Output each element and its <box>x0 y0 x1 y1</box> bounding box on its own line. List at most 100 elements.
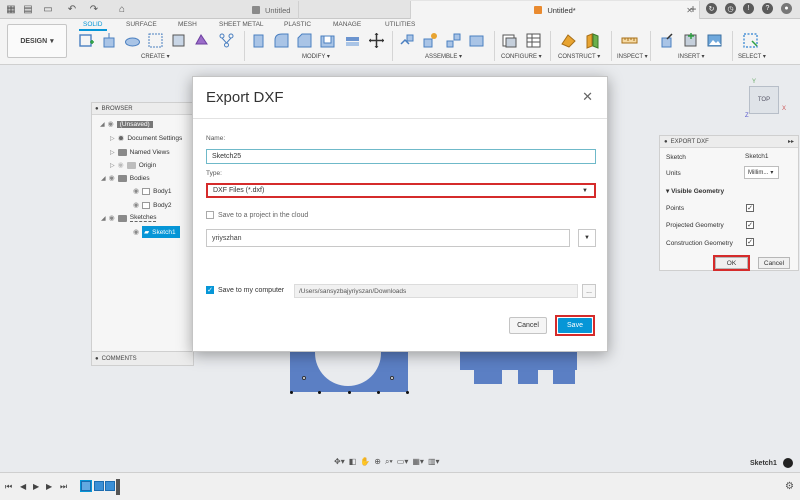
play-icon[interactable]: ▶ <box>33 482 39 491</box>
projected-geometry-checkbox[interactable]: ✓ <box>746 221 754 229</box>
workspace-design-button[interactable]: DESIGN ▾ <box>7 24 67 58</box>
collapse-icon[interactable]: ● <box>95 106 99 112</box>
sketch1-selected[interactable]: ▰ Sketch1 <box>142 226 180 238</box>
sketch-point[interactable] <box>348 391 351 394</box>
assemble-group-label[interactable]: ASSEMBLE ▾ <box>425 53 462 60</box>
browser-item-bodies[interactable]: ◢ ◉ Bodies <box>101 172 150 184</box>
type-select[interactable]: DXF Files (*.dxf) ▼ <box>206 183 596 198</box>
save-to-cloud-option[interactable]: Save to a project in the cloud <box>206 211 308 219</box>
browser-item-body2[interactable]: ◉ Body2 <box>133 199 172 211</box>
offset-plane-icon[interactable] <box>560 32 577 49</box>
sketch-value[interactable]: Sketch1 <box>745 153 769 160</box>
timeline-feature-item[interactable] <box>105 481 115 491</box>
save-path-field[interactable]: /Users/sansyzbajyriyszan/Downloads <box>294 284 578 298</box>
configure-group-label[interactable]: CONFIGURE ▾ <box>501 53 542 60</box>
browser-item-sketch1[interactable]: ◉ ▰ Sketch1 <box>133 226 180 238</box>
configure-icon[interactable] <box>501 32 518 49</box>
save-to-cloud-checkbox[interactable] <box>206 211 214 219</box>
visibility-icon[interactable]: ◉ <box>133 201 139 209</box>
zoom-icon[interactable]: ⊕ <box>374 457 381 466</box>
timeline-marker[interactable] <box>116 479 120 495</box>
joint-icon[interactable] <box>421 32 438 49</box>
insert-mesh-icon[interactable] <box>682 32 699 49</box>
display-settings-icon[interactable]: ▭▾ <box>397 457 409 466</box>
sketch-point[interactable] <box>406 391 409 394</box>
save-to-computer-checkbox[interactable]: ✓ <box>206 286 214 294</box>
as-built-joint-icon[interactable] <box>445 32 462 49</box>
expand-icon[interactable]: ▷ <box>110 162 115 169</box>
close-icon[interactable]: ✕ <box>582 89 593 105</box>
visibility-icon[interactable]: ◉ <box>133 187 139 195</box>
expand-comments-icon[interactable]: ● <box>95 356 99 362</box>
viewports-icon[interactable]: ▥▾ <box>428 457 440 466</box>
pattern-icon[interactable] <box>218 32 235 49</box>
select-group-label[interactable]: SELECT ▾ <box>738 53 766 60</box>
insert-derive-icon[interactable] <box>658 32 675 49</box>
undo-icon[interactable]: ↶ <box>66 3 78 15</box>
timeline-feature-item[interactable] <box>94 481 104 491</box>
sketch-profile-right[interactable] <box>460 350 577 370</box>
browser-item-body1[interactable]: ◉ Body1 <box>133 185 172 197</box>
tab-surface[interactable]: SURFACE <box>126 19 157 30</box>
timeline-sketch-item[interactable] <box>80 480 92 492</box>
visible-geometry-header[interactable]: ▾ Visible Geometry <box>666 186 724 196</box>
file-icon[interactable]: ▤ <box>22 3 34 15</box>
project-dropdown-button[interactable]: ▼ <box>578 229 596 247</box>
new-tab-icon[interactable]: + <box>687 2 699 16</box>
browser-item-named-views[interactable]: ▷ Named Views <box>110 146 170 158</box>
save-icon[interactable]: ▭ <box>42 3 54 15</box>
sketch-point[interactable] <box>290 391 293 394</box>
save-button[interactable]: Save <box>558 318 592 333</box>
select-icon[interactable] <box>742 32 759 49</box>
construction-geometry-checkbox[interactable]: ✓ <box>746 238 754 246</box>
points-checkbox[interactable]: ✓ <box>746 204 754 212</box>
look-at-icon[interactable]: ◧ <box>349 457 357 466</box>
redo-icon[interactable]: ↷ <box>88 3 100 15</box>
modify-group-label[interactable]: MODIFY ▾ <box>302 53 330 60</box>
browse-path-button[interactable]: ... <box>582 284 596 298</box>
step-back-icon[interactable]: ◀ <box>20 482 26 491</box>
loft-icon[interactable] <box>170 32 187 49</box>
gear-icon[interactable]: ⚙ <box>785 481 794 492</box>
help-icon[interactable]: ? <box>762 3 773 14</box>
configuration-table-icon[interactable] <box>525 32 542 49</box>
go-to-end-icon[interactable]: ⏭ <box>60 482 67 492</box>
profile-icon[interactable]: ● <box>781 3 792 14</box>
tab-manage[interactable]: MANAGE <box>333 19 361 30</box>
job-status-icon[interactable]: ◷ <box>725 3 736 14</box>
expand-icon[interactable]: ◢ <box>101 215 106 222</box>
tab-untitled[interactable]: Untitled <box>244 1 300 19</box>
extrude-icon[interactable] <box>101 32 118 49</box>
sketch-hole[interactable] <box>390 376 394 380</box>
collapse-icon[interactable]: ● <box>664 139 668 145</box>
project-field[interactable]: yriyszhan <box>206 229 570 247</box>
visibility-icon[interactable]: ◉ <box>133 228 139 236</box>
expand-icon[interactable]: ▷ <box>110 149 115 156</box>
orbit-icon[interactable]: ✥▾ <box>334 457 345 466</box>
browser-header[interactable]: ● BROWSER <box>92 103 193 115</box>
browser-item-root[interactable]: ◢ ◉ (Unsaved) <box>100 118 153 130</box>
name-field[interactable]: Sketch25 <box>206 149 596 164</box>
revolve-icon[interactable] <box>124 32 141 49</box>
create-group-label[interactable]: CREATE ▾ <box>141 53 170 60</box>
fillet-icon[interactable] <box>273 32 290 49</box>
panel-cancel-button[interactable]: Cancel <box>758 257 790 269</box>
tab-untitled-active[interactable]: Untitled* ✕ <box>410 1 700 19</box>
sketch-hole[interactable] <box>302 376 306 380</box>
sketch-point[interactable] <box>377 391 380 394</box>
tab-utilities[interactable]: UTILITIES <box>385 19 415 30</box>
visibility-icon[interactable]: ◉ <box>108 120 114 128</box>
inspect-group-label[interactable]: INSPECT ▾ <box>617 53 648 60</box>
press-pull-icon[interactable] <box>250 32 267 49</box>
construct-group-label[interactable]: CONSTRUCT ▾ <box>558 53 600 60</box>
form-icon[interactable] <box>193 32 210 49</box>
sketch-status-icon[interactable] <box>783 458 793 468</box>
pan-icon[interactable]: ✋ <box>360 457 370 466</box>
tab-sheet-metal[interactable]: SHEET METAL <box>219 19 264 30</box>
browser-item-origin[interactable]: ▷ ◉ Origin <box>110 159 156 171</box>
combine-icon[interactable] <box>344 32 361 49</box>
ok-button[interactable]: OK <box>713 255 750 271</box>
expand-icon[interactable]: ◢ <box>100 121 105 128</box>
visibility-icon[interactable]: ◉ <box>109 174 115 182</box>
step-forward-icon[interactable]: ▶ <box>46 482 52 491</box>
